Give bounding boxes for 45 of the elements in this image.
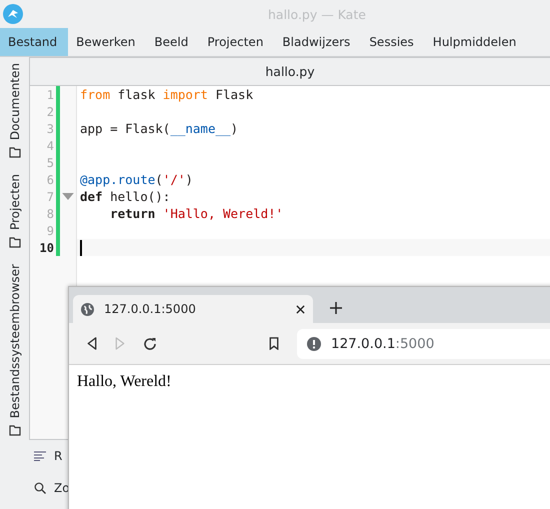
- reload-icon[interactable]: [143, 336, 157, 350]
- info-icon: [307, 336, 321, 350]
- bookmark-icon[interactable]: [269, 337, 279, 350]
- line-number: 3: [46, 122, 54, 136]
- menu-item[interactable]: Bladwijzers: [274, 28, 362, 56]
- line-number: 6: [46, 173, 54, 187]
- folder-icon: [8, 236, 20, 248]
- kate-logo-icon: [3, 4, 23, 24]
- document-tab[interactable]: hallo.py: [265, 64, 315, 79]
- search-icon: [34, 482, 46, 494]
- menu-item[interactable]: Bewerken: [68, 28, 146, 56]
- tool-tab[interactable]: R: [54, 449, 62, 463]
- new-tab-icon[interactable]: [330, 302, 342, 314]
- menu-item[interactable]: Projecten: [199, 28, 274, 56]
- code-line: return 'Hallo, Wereld!': [109, 205, 284, 222]
- code-line: def hello():: [80, 188, 170, 205]
- code-line: @app.route('/'): [80, 171, 193, 188]
- sidebar-tab[interactable]: Documenten: [8, 63, 22, 140]
- sidebar-tab[interactable]: Bestandssysteembrowser: [8, 264, 22, 418]
- close-icon[interactable]: [296, 304, 305, 314]
- folder-icon: [8, 424, 20, 436]
- line-number: 7: [46, 190, 54, 204]
- line-number: 5: [46, 156, 54, 170]
- code-line: from flask import Flask: [80, 86, 254, 103]
- folder-icon: [8, 146, 20, 158]
- line-number: 1: [46, 88, 54, 102]
- sidebar-tab[interactable]: Projecten: [8, 174, 22, 230]
- fold-arrow-icon[interactable]: [62, 193, 74, 200]
- lines-icon: [34, 451, 46, 461]
- menu-item[interactable]: Sessies: [361, 28, 425, 56]
- back-icon[interactable]: [87, 337, 97, 350]
- text-cursor: [80, 240, 82, 256]
- globe-icon: [81, 302, 94, 316]
- line-number: 8: [46, 207, 54, 221]
- line-number: 4: [46, 139, 54, 153]
- code-line: app = Flask(__name__): [80, 120, 238, 137]
- line-number: 10: [40, 241, 54, 255]
- menu-item[interactable]: Bestand: [0, 28, 68, 56]
- menu-item[interactable]: Hulpmiddelen: [424, 28, 528, 56]
- address-bar[interactable]: 127.0.0.1:5000: [297, 328, 550, 358]
- line-number: 2: [46, 105, 54, 119]
- browser-tab[interactable]: 127.0.0.1:5000: [73, 295, 313, 323]
- page-text: Hallo, Wereld!: [77, 373, 172, 390]
- line-number: 9: [46, 224, 54, 238]
- menu-item[interactable]: Beeld: [146, 28, 200, 56]
